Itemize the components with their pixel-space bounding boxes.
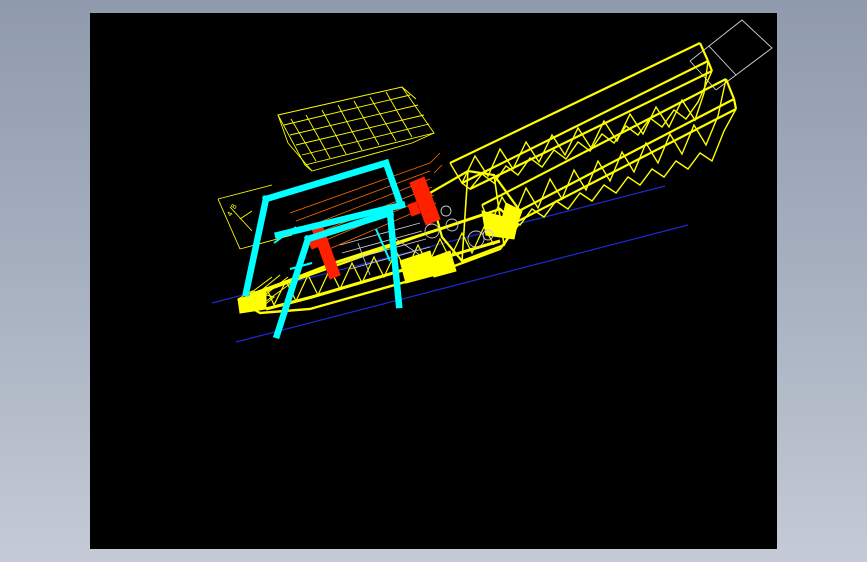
boom-tip-outline xyxy=(689,19,773,91)
dimension-label: 4.8 xyxy=(226,203,239,218)
hopper-wireframe xyxy=(277,86,435,172)
wireframe-model: 4.8 xyxy=(211,19,773,343)
upper-boom-truss xyxy=(449,42,714,190)
cad-viewport[interactable]: 4.8 xyxy=(90,13,777,549)
